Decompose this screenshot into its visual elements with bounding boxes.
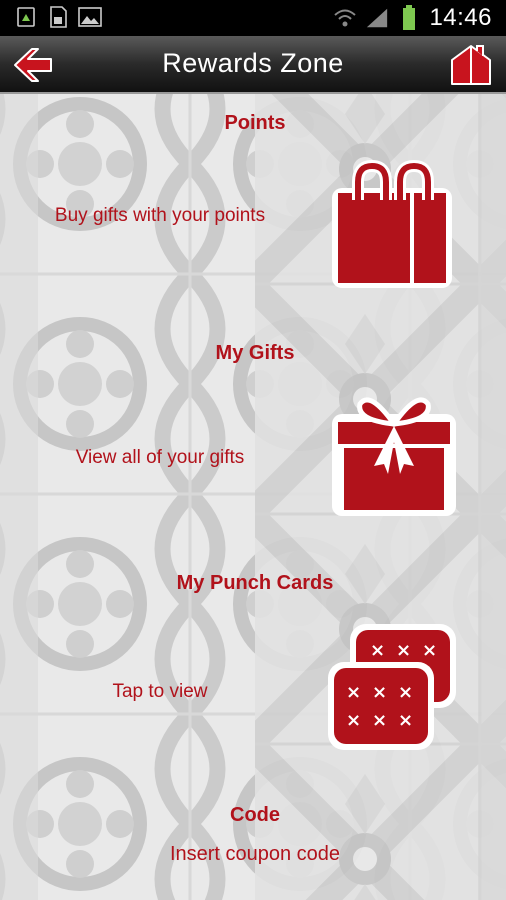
section-desc-punch-cards: Tap to view [112, 681, 208, 702]
svg-text:×: × [346, 682, 361, 703]
home-icon [451, 45, 491, 85]
section-desc-points: Buy gifts with your points [54, 205, 266, 226]
status-bar: 14:46 [0, 0, 506, 36]
svg-text:×: × [372, 710, 387, 731]
section-desc-code: Insert coupon code [169, 843, 341, 865]
shopping-bag-icon [332, 160, 452, 288]
section-punch-cards[interactable]: My Punch Cards Tap to view × × × × × × × × × [0, 558, 506, 778]
svg-text:×: × [372, 682, 387, 703]
punch-cards-icon: × × × × × × × × × [328, 624, 456, 750]
section-title-punch-cards: My Punch Cards [176, 572, 334, 594]
home-button[interactable] [450, 44, 492, 86]
status-time: 14:46 [429, 4, 492, 31]
sd-card-icon [46, 5, 70, 29]
battery-icon [397, 5, 421, 30]
svg-text:×: × [422, 640, 437, 661]
section-points[interactable]: Points Buy gifts with your points [0, 94, 506, 304]
section-title-code: Code [230, 804, 280, 826]
svg-text:×: × [396, 640, 411, 661]
signal-icon [365, 6, 389, 30]
header-bar: Rewards Zone [0, 36, 506, 94]
section-code[interactable]: Code Insert coupon code [0, 790, 506, 900]
section-title-my-gifts: My Gifts [215, 342, 295, 364]
svg-text:×: × [346, 710, 361, 731]
svg-text:×: × [398, 710, 413, 731]
section-my-gifts[interactable]: My Gifts View all of your gifts [0, 326, 506, 536]
section-desc-my-gifts: View all of your gifts [75, 447, 245, 468]
section-title-points: Points [224, 112, 286, 134]
svg-text:×: × [370, 640, 385, 661]
sync-icon [14, 5, 38, 29]
svg-text:×: × [398, 682, 413, 703]
gift-box-icon [332, 397, 456, 516]
wifi-icon [333, 6, 357, 30]
page-title: Rewards Zone [162, 48, 344, 78]
image-icon [78, 5, 102, 29]
rewards-content: Points Buy gifts with your points My Gif… [0, 94, 506, 900]
